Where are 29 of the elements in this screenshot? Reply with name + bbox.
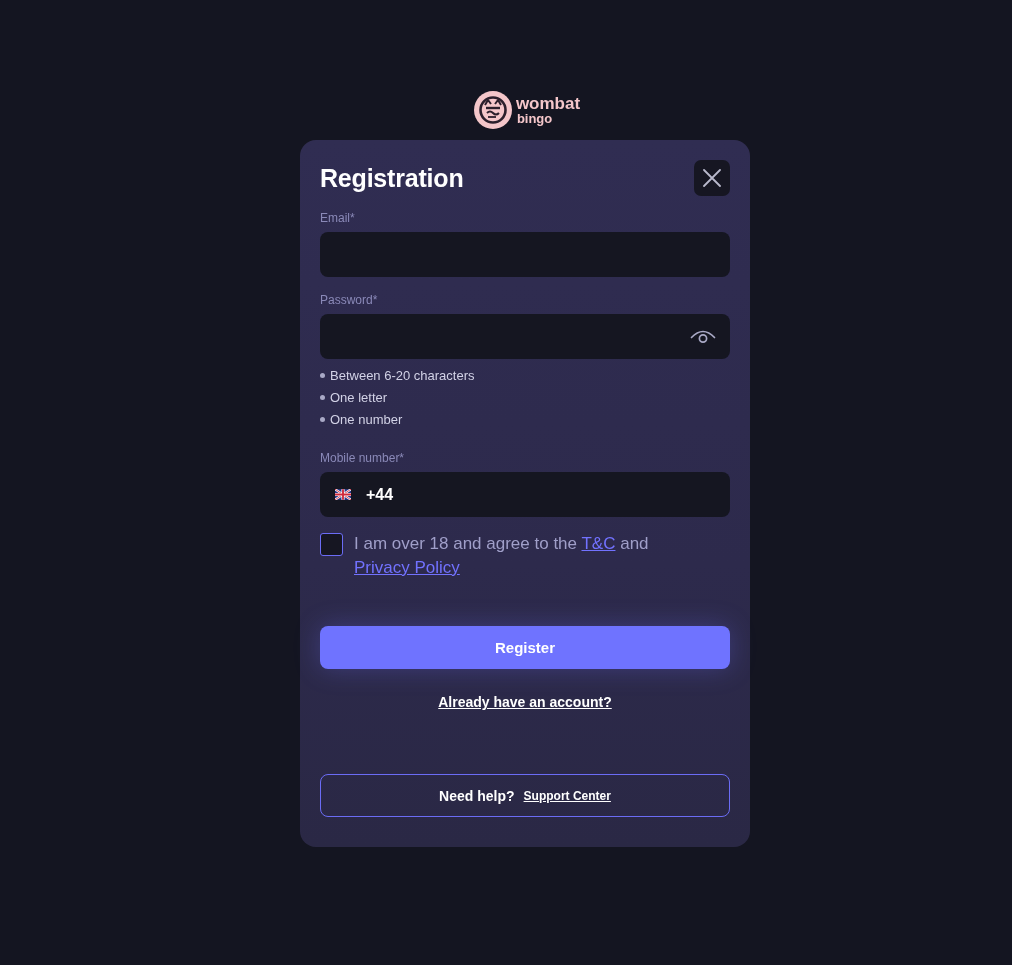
consent-link[interactable]: T&C (581, 534, 616, 553)
animal-face-icon (473, 91, 512, 129)
close-button[interactable] (694, 160, 730, 196)
field-label: Mobile number* (320, 451, 406, 466)
country-code: +44 (366, 485, 394, 504)
field-label: Password* (320, 293, 379, 308)
logo-tagline: bingo (516, 112, 554, 125)
hint-text: One letter (330, 389, 388, 405)
hint-text: One number (330, 411, 403, 427)
help-text: Need help? (439, 787, 515, 804)
bullet-icon (320, 416, 325, 422)
bullet-icon (320, 394, 325, 400)
close-icon (703, 169, 721, 187)
flag-icon (335, 489, 351, 500)
field-label: Email* (320, 211, 356, 226)
consent-checkbox[interactable] (320, 533, 343, 556)
email-field[interactable] (320, 232, 730, 277)
dialog-title: Registration (320, 163, 464, 193)
consent-link[interactable]: Privacy Policy (354, 558, 460, 577)
phone-field[interactable]: +44 (320, 472, 730, 517)
hint-text: Between 6-20 characters (330, 367, 475, 383)
eye-icon[interactable] (690, 329, 716, 344)
bullet-icon (320, 372, 325, 378)
logo-wordmark: wombat (515, 95, 581, 112)
support-link[interactable]: Support Center (523, 788, 611, 803)
login-link[interactable]: Already have an account? (438, 693, 612, 711)
password-field[interactable] (320, 314, 730, 359)
consent-text: I am over 18 and agree to the T&C and Privacy Policy (354, 533, 650, 579)
register-button[interactable]: Register (320, 626, 730, 669)
